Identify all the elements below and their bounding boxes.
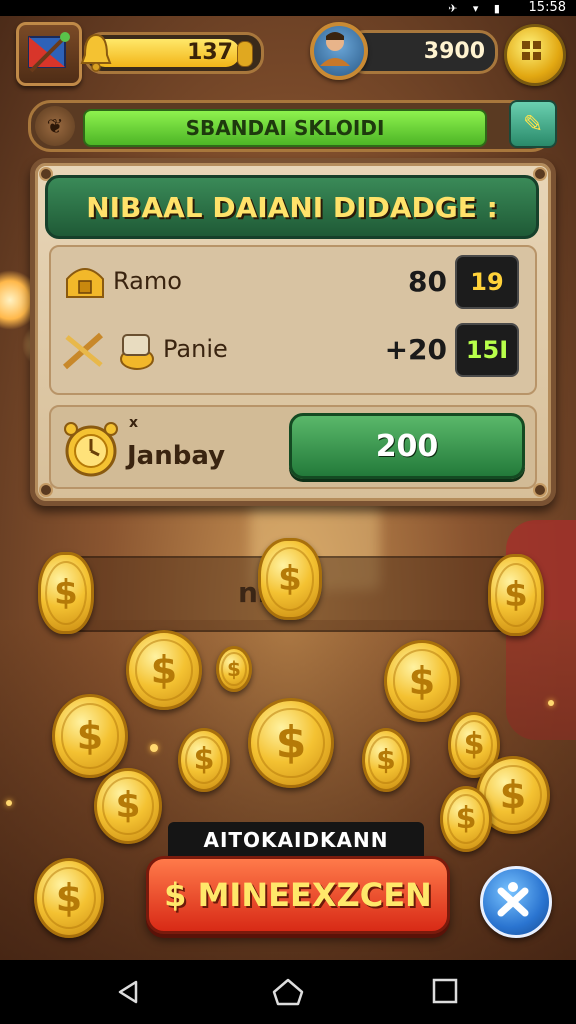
coin-balance: 3900 — [346, 30, 498, 74]
coin-icon: $ — [362, 728, 410, 792]
coin-icon: $ — [94, 768, 162, 844]
reward-row-badge-value: 19 — [470, 268, 504, 296]
reward-row-badge: 15I — [455, 323, 519, 377]
cta-caption-text: AITOKAIDKANN — [203, 828, 389, 852]
pencil-icon: ✎ — [522, 110, 544, 138]
gold-meter: 137 — [80, 32, 264, 74]
sparkle — [548, 700, 554, 706]
close-x-icon — [497, 882, 529, 917]
reward-row-label: Panie — [163, 335, 228, 363]
reward-rows: Ramo 80 19 Panie +20 15I — [49, 245, 537, 395]
coin-icon: $ — [248, 698, 334, 788]
status-time: 15:58 — [528, 0, 566, 15]
bonus-label: Janbay — [127, 441, 226, 471]
coin-icon: $ — [178, 728, 230, 792]
progress-banner: ❦ SBANDAI SKLOIDI ✎ — [28, 100, 557, 152]
coin-icon: $ — [384, 640, 460, 722]
menu-grid-icon — [522, 41, 541, 60]
banner-progress-fill: SBANDAI SKLOIDI — [83, 109, 487, 147]
claim-bonus-button-label: 200 — [375, 429, 439, 464]
gold-token-icon — [237, 41, 253, 67]
coin-icon: $ — [216, 646, 252, 692]
coin-icon: $ — [488, 554, 544, 636]
reward-row: Ramo 80 19 — [51, 253, 535, 313]
player-avatar[interactable] — [310, 22, 368, 80]
reward-panel: NIBAAL DAIANI DIDADGE : Ramo 80 19 Panie — [30, 158, 556, 506]
home-icon[interactable] — [270, 976, 306, 1008]
coin-icon: $ — [34, 858, 104, 938]
sparkle — [6, 800, 12, 806]
cta-button-label: $ MINEEXZCEN — [164, 876, 432, 914]
reward-row: Panie +20 15I — [51, 321, 535, 381]
reward-row-badge-value: 15I — [465, 336, 509, 364]
status-bar: ✈ ▾ ▮ 15:58 — [0, 0, 576, 16]
panel-rivet — [533, 483, 547, 497]
menu-button[interactable] — [504, 24, 566, 86]
reward-row-amount: 80 — [408, 265, 447, 298]
tools-icon — [63, 332, 103, 370]
gold-value: 137 — [187, 40, 233, 65]
system-nav-bar — [0, 960, 576, 1024]
cta-caption: AITOKAIDKANN — [168, 822, 424, 858]
panel-title: NIBAAL DAIANI DIDADGE : — [86, 191, 498, 224]
sparkle — [150, 744, 158, 752]
leaf-icon: ❦ — [35, 106, 75, 146]
chest-icon — [66, 268, 104, 298]
edit-button[interactable]: ✎ — [509, 100, 557, 148]
avatar-portrait-icon — [320, 32, 350, 66]
scroll-coin-icon — [120, 334, 154, 370]
recents-icon[interactable] — [426, 976, 462, 1008]
coin-icon: $ — [38, 552, 94, 634]
back-icon[interactable] — [110, 976, 146, 1008]
coin-icon: $ — [440, 786, 492, 852]
reward-row-badge: 19 — [455, 255, 519, 309]
coin-value: 3900 — [423, 39, 485, 64]
map-flag-icon — [28, 32, 70, 73]
bell-icon — [80, 33, 112, 72]
reward-row-label: Ramo — [113, 267, 182, 295]
claim-bonus-button[interactable]: 200 — [289, 413, 525, 479]
reward-row-amount: +20 — [384, 333, 447, 366]
panel-title-bar: NIBAAL DAIANI DIDADGE : — [45, 175, 539, 239]
banner-text: SBANDAI SKLOIDI — [185, 116, 385, 140]
alarm-clock-icon — [64, 422, 118, 477]
close-button[interactable] — [480, 866, 552, 938]
coin-icon: $ — [126, 630, 202, 710]
status-icons: ✈ ▾ ▮ — [448, 2, 506, 15]
bonus-section: x Janbay 200 — [49, 405, 537, 489]
coin-icon: $ — [52, 694, 128, 778]
map-button[interactable] — [16, 22, 82, 86]
bonus-mark: x — [129, 415, 139, 431]
coin-icon: $ — [258, 538, 322, 620]
cta-button[interactable]: $ MINEEXZCEN — [146, 856, 450, 934]
